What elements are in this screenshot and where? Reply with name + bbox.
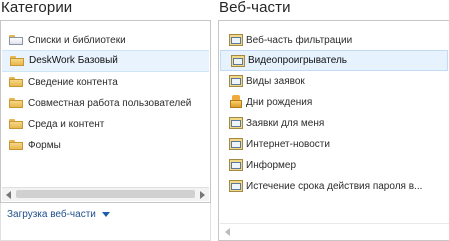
webpart-internet-news[interactable]: Интернет-новости [219,134,449,155]
category-lists-libraries[interactable]: Списки и библиотеки [1,30,210,51]
webpart-icon [229,180,243,192]
categories-title: Категории [1,0,73,16]
folder-icon [9,98,23,108]
folder-icon [9,140,23,150]
categories-horizontal-scrollbar[interactable] [2,187,209,201]
webpart-label: Веб-часть фильтрации [246,35,353,46]
webpart-request-types[interactable]: Виды заявок [219,71,449,92]
webparts-horizontal-scrollbar[interactable] [220,223,449,240]
webpart-icon [229,138,243,150]
birthday-cake-icon [229,95,243,109]
webparts-list: Веб-часть фильтрации Видеопроигрыватель … [219,30,449,197]
webpart-icon [229,34,243,46]
webpart-label: Заявки для меня [246,118,325,129]
category-deskwork-base[interactable]: DeskWork Базовый [2,50,209,72]
scroll-left-icon[interactable] [225,228,230,236]
categories-list: Списки и библиотеки DeskWork Базовый Све… [1,30,210,156]
folder-icon [9,119,23,129]
webpart-icon [229,75,243,87]
scroll-right-icon[interactable] [200,191,205,199]
scrollbar-thumb[interactable] [16,190,195,198]
upload-webpart-label: Загрузка веб-части [7,209,96,220]
category-label: Сведение контента [28,77,118,88]
dropdown-arrow-icon[interactable] [101,211,110,217]
scroll-left-icon[interactable] [6,191,11,199]
webpart-informer[interactable]: Информер [219,155,449,176]
webpart-requests-for-me[interactable]: Заявки для меня [219,113,449,134]
folder-icon [10,56,24,66]
category-label: Формы [28,140,61,151]
categories-panel: Списки и библиотеки DeskWork Базовый Све… [0,20,211,203]
webpart-icon [231,55,245,67]
webpart-icon [229,159,243,171]
webpart-label: Истечение срока действия пароля в... [246,181,423,192]
webpart-icon [229,117,243,129]
webpart-filter[interactable]: Веб-часть фильтрации [219,30,449,51]
webpart-video-player[interactable]: Видеопроигрыватель [220,50,448,71]
folder-open-icon [9,35,23,45]
category-label: Списки и библиотеки [28,35,126,46]
category-label: Совместная работа пользователей [28,98,192,109]
webpart-label: Информер [246,160,297,171]
category-content-rollup[interactable]: Сведение контента [1,72,210,93]
webpart-label: Видеопроигрыватель [248,55,348,66]
upload-webpart-link[interactable]: Загрузка веб-части [7,209,110,220]
category-media-content[interactable]: Среда и контент [1,114,210,135]
webpart-label: Интернет-новости [246,139,330,150]
webpart-password-expiry[interactable]: Истечение срока действия пароля в... [219,176,449,197]
webpart-label: Виды заявок [246,76,305,87]
webparts-title: Веб-части [219,0,291,16]
category-label: DeskWork Базовый [29,55,118,66]
webpart-label: Дни рождения [246,97,313,108]
webpart-birthdays[interactable]: Дни рождения [219,92,449,113]
category-label: Среда и контент [28,119,105,130]
category-forms[interactable]: Формы [1,135,210,156]
category-collaboration[interactable]: Совместная работа пользователей [1,93,210,114]
folder-icon [9,77,23,87]
webparts-panel: Веб-часть фильтрации Видеопроигрыватель … [218,20,449,241]
categories-footer: Загрузка веб-части [0,203,211,241]
